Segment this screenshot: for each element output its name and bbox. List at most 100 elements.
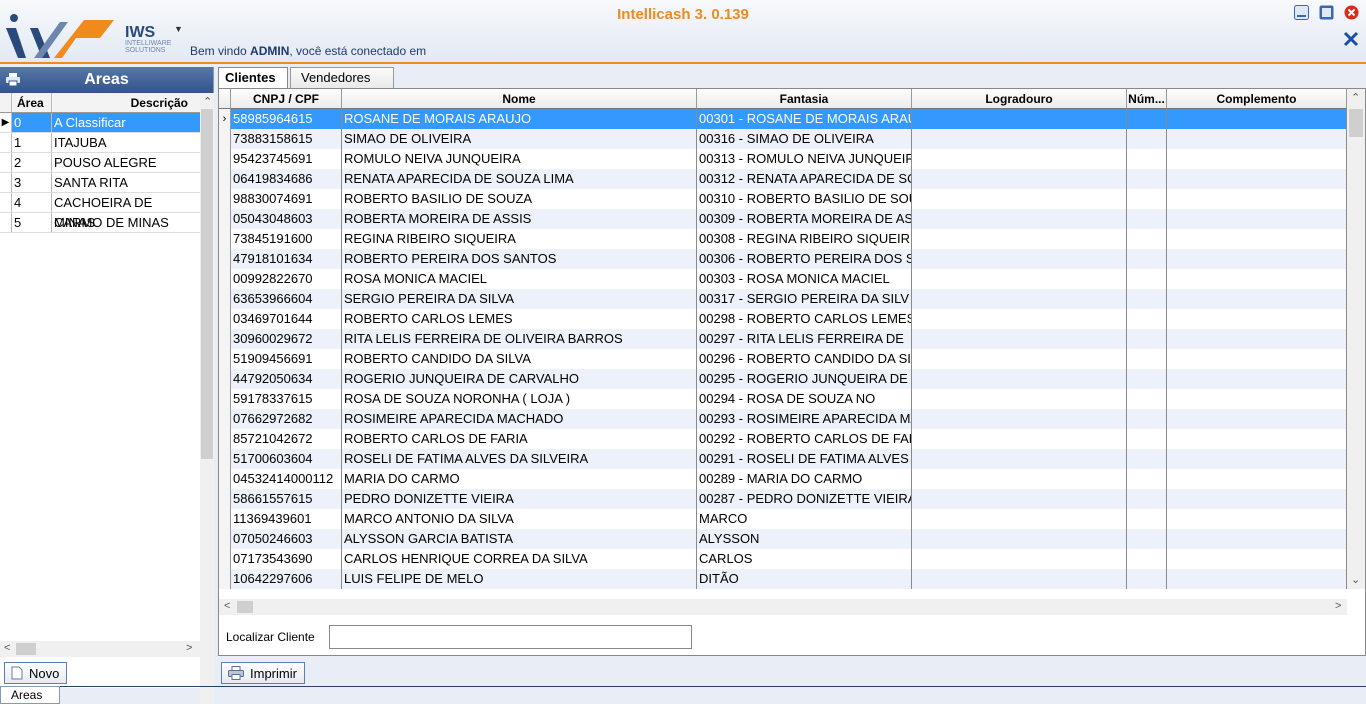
column-header-complemento[interactable]: Complemento bbox=[1167, 89, 1347, 109]
table-row[interactable]: 03469701644 ROBERTO CARLOS LEMES 00298 - R… bbox=[219, 309, 1347, 329]
tab-clientes[interactable]: Clientes bbox=[218, 67, 288, 89]
area-row[interactable]: 4 CACHOEIRA DE MINAS bbox=[0, 193, 200, 230]
complemento-cell bbox=[1167, 349, 1347, 369]
complemento-cell bbox=[1167, 169, 1347, 189]
area-row[interactable]: 3 SANTA RITA bbox=[0, 173, 200, 193]
scroll-left-icon[interactable]: < bbox=[224, 600, 230, 612]
chevron-down-icon[interactable]: ▼ bbox=[174, 24, 183, 34]
cnpj-cell: 73883158615 bbox=[231, 129, 342, 149]
table-row[interactable]: 98830074691 ROBERTO BASILIO DE SOUZA 00310… bbox=[219, 189, 1347, 209]
area-row[interactable]: 5 CARMO DE MINAS bbox=[0, 213, 200, 233]
column-header-numero[interactable]: Núm... bbox=[1127, 89, 1167, 109]
scroll-left-icon[interactable]: < bbox=[4, 642, 10, 654]
areas-horizontal-scrollbar[interactable]: < > bbox=[0, 641, 200, 657]
numero-cell bbox=[1127, 569, 1167, 589]
numero-cell bbox=[1127, 189, 1167, 209]
areas-title: Areas bbox=[0, 67, 213, 93]
table-row[interactable]: 59178337615 ROSA DE SOUZA NORONHA ( LOJA … bbox=[219, 389, 1347, 409]
area-row[interactable]: ▶ 0 A Classificar bbox=[0, 113, 200, 133]
table-row[interactable]: 51909456691 ROBERTO CANDIDO DA SILVA 00296… bbox=[219, 349, 1347, 369]
table-row[interactable]: 73883158615 SIMAO DE OLIVEIRA 00316 - SIMA… bbox=[219, 129, 1347, 149]
novo-button[interactable]: Novo bbox=[4, 662, 67, 684]
fantasia-cell: 00297 - RITA LELIS FERREIRA DE bbox=[697, 329, 912, 349]
printer-icon[interactable] bbox=[6, 73, 20, 86]
table-row[interactable]: 04532414000112 MARIA DO CARMO 00289 - MARI… bbox=[219, 469, 1347, 489]
area-row[interactable]: 2 POUSO ALEGRE bbox=[0, 153, 200, 173]
minimize-icon[interactable] bbox=[1294, 5, 1309, 20]
column-header-nome[interactable]: Nome bbox=[342, 89, 697, 109]
areas-panel: Areas Área Descrição ▶ 0 A Classificar 1 ITA… bbox=[0, 67, 214, 704]
complemento-cell bbox=[1167, 269, 1347, 289]
nome-cell: ROMULO NEIVA JUNQUEIRA bbox=[342, 149, 697, 169]
table-row[interactable]: 47918101634 ROBERTO PEREIRA DOS SANTOS 003… bbox=[219, 249, 1347, 269]
nome-cell: ROBERTO BASILIO DE SOUZA bbox=[342, 189, 697, 209]
numero-cell bbox=[1127, 409, 1167, 429]
complemento-cell bbox=[1167, 509, 1347, 529]
table-row[interactable]: 07662972682 ROSIMEIRE APARECIDA MACHADO 00… bbox=[219, 409, 1347, 429]
fantasia-cell: 00292 - ROBERTO CARLOS DE FAR bbox=[697, 429, 912, 449]
column-header-descricao[interactable]: Descrição bbox=[52, 93, 200, 112]
grid-horizontal-scrollbar[interactable]: < > bbox=[219, 599, 1347, 615]
table-row[interactable]: 85721042672 ROBERTO CARLOS DE FARIA 00292 … bbox=[219, 429, 1347, 449]
grid-vertical-scroll-thumb[interactable] bbox=[1349, 109, 1363, 137]
maximize-icon[interactable] bbox=[1319, 5, 1334, 20]
nome-cell: SIMAO DE OLIVEIRA bbox=[342, 129, 697, 149]
close-form-icon[interactable] bbox=[1342, 30, 1360, 48]
column-header-area[interactable]: Área bbox=[12, 93, 52, 112]
areas-vertical-scroll-thumb[interactable] bbox=[201, 109, 213, 459]
table-row[interactable]: 00992822670 ROSA MONICA MACIEL 00303 - ROS… bbox=[219, 269, 1347, 289]
table-row[interactable]: 51700603604 ROSELI DE FATIMA ALVES DA SIL… bbox=[219, 449, 1347, 469]
column-header-cnpj[interactable]: CNPJ / CPF bbox=[231, 89, 342, 109]
grid-vertical-scrollbar[interactable]: ⌃ ⌄ bbox=[1347, 89, 1365, 589]
imprimir-button[interactable]: Imprimir bbox=[221, 662, 305, 684]
tab-vendedores[interactable]: Vendedores bbox=[290, 67, 394, 89]
areas-horizontal-scroll-thumb[interactable] bbox=[16, 643, 36, 655]
bottom-divider bbox=[0, 686, 1366, 687]
complemento-cell bbox=[1167, 369, 1347, 389]
fantasia-cell: 00309 - ROBERTA MOREIRA DE ASS bbox=[697, 209, 912, 229]
table-row[interactable]: 11369439601 MARCO ANTONIO DA SILVA MARCO bbox=[219, 509, 1347, 529]
complemento-cell bbox=[1167, 529, 1347, 549]
fantasia-cell: 00308 - REGINA RIBEIRO SIQUEIR bbox=[697, 229, 912, 249]
tab-areas[interactable]: Areas bbox=[0, 686, 60, 704]
table-row[interactable]: 58661557615 PEDRO DONIZETTE VIEIRA 00287 -… bbox=[219, 489, 1347, 509]
clientes-panel: CNPJ / CPF Nome Fantasia Logradouro Núm... Co… bbox=[218, 88, 1366, 656]
logradouro-cell bbox=[912, 409, 1127, 429]
numero-cell bbox=[1127, 529, 1167, 549]
area-descricao: CARMO DE MINAS bbox=[54, 215, 169, 230]
scroll-up-icon[interactable]: ⌃ bbox=[1351, 91, 1360, 104]
table-row[interactable]: 06419834686 RENATA APARECIDA DE SOUZA LIM… bbox=[219, 169, 1347, 189]
table-row[interactable]: 07050246603 ALYSSON GARCIA BATISTA ALYSSON bbox=[219, 529, 1347, 549]
numero-cell bbox=[1127, 109, 1167, 129]
table-row[interactable]: 10642297606 LUIS FELIPE DE MELO DITÃO bbox=[219, 569, 1347, 589]
table-row[interactable]: 30960029672 RITA LELIS FERREIRA DE OLIVEI… bbox=[219, 329, 1347, 349]
scroll-down-icon[interactable]: ⌄ bbox=[1351, 573, 1360, 586]
search-input[interactable] bbox=[329, 625, 692, 649]
table-row[interactable]: 95423745691 ROMULO NEIVA JUNQUEIRA 00313 -… bbox=[219, 149, 1347, 169]
nome-cell: REGINA RIBEIRO SIQUEIRA bbox=[342, 229, 697, 249]
column-header-fantasia[interactable]: Fantasia bbox=[697, 89, 912, 109]
scroll-right-icon[interactable]: > bbox=[1335, 600, 1341, 612]
grid-horizontal-scroll-thumb[interactable] bbox=[237, 601, 253, 613]
table-row[interactable]: 63653966604 SERGIO PEREIRA DA SILVA 00317 … bbox=[219, 289, 1347, 309]
table-row[interactable]: 05043048603 ROBERTA MOREIRA DE ASSIS 00309… bbox=[219, 209, 1347, 229]
row-indicator bbox=[0, 173, 12, 192]
nome-cell: ROSANE DE MORAIS ARAUJO bbox=[342, 109, 697, 129]
row-indicator bbox=[219, 509, 231, 529]
table-row[interactable]: 44792050634 ROGERIO JUNQUEIRA DE CARVALHO… bbox=[219, 369, 1347, 389]
table-row[interactable]: › 58985964615 ROSANE DE MORAIS ARAUJO 00301… bbox=[219, 109, 1347, 129]
area-code: 2 bbox=[12, 153, 52, 172]
area-row[interactable]: 1 ITAJUBA bbox=[0, 133, 200, 153]
fantasia-cell: 00289 - MARIA DO CARMO bbox=[697, 469, 912, 489]
search-label: Localizar Cliente bbox=[226, 630, 315, 644]
table-row[interactable]: 73845191600 REGINA RIBEIRO SIQUEIRA 00308 … bbox=[219, 229, 1347, 249]
fantasia-cell: 00295 - ROGERIO JUNQUEIRA DE C bbox=[697, 369, 912, 389]
close-icon[interactable] bbox=[1344, 5, 1359, 20]
welcome-user: ADMIN bbox=[250, 44, 290, 58]
scroll-up-icon[interactable]: ⌃ bbox=[203, 95, 212, 108]
column-header-logradouro[interactable]: Logradouro bbox=[912, 89, 1127, 109]
row-indicator bbox=[219, 409, 231, 429]
cnpj-cell: 63653966604 bbox=[231, 289, 342, 309]
table-row[interactable]: 07173543690 CARLOS HENRIQUE CORREA DA SIL… bbox=[219, 549, 1347, 569]
scroll-right-icon[interactable]: > bbox=[186, 642, 192, 654]
